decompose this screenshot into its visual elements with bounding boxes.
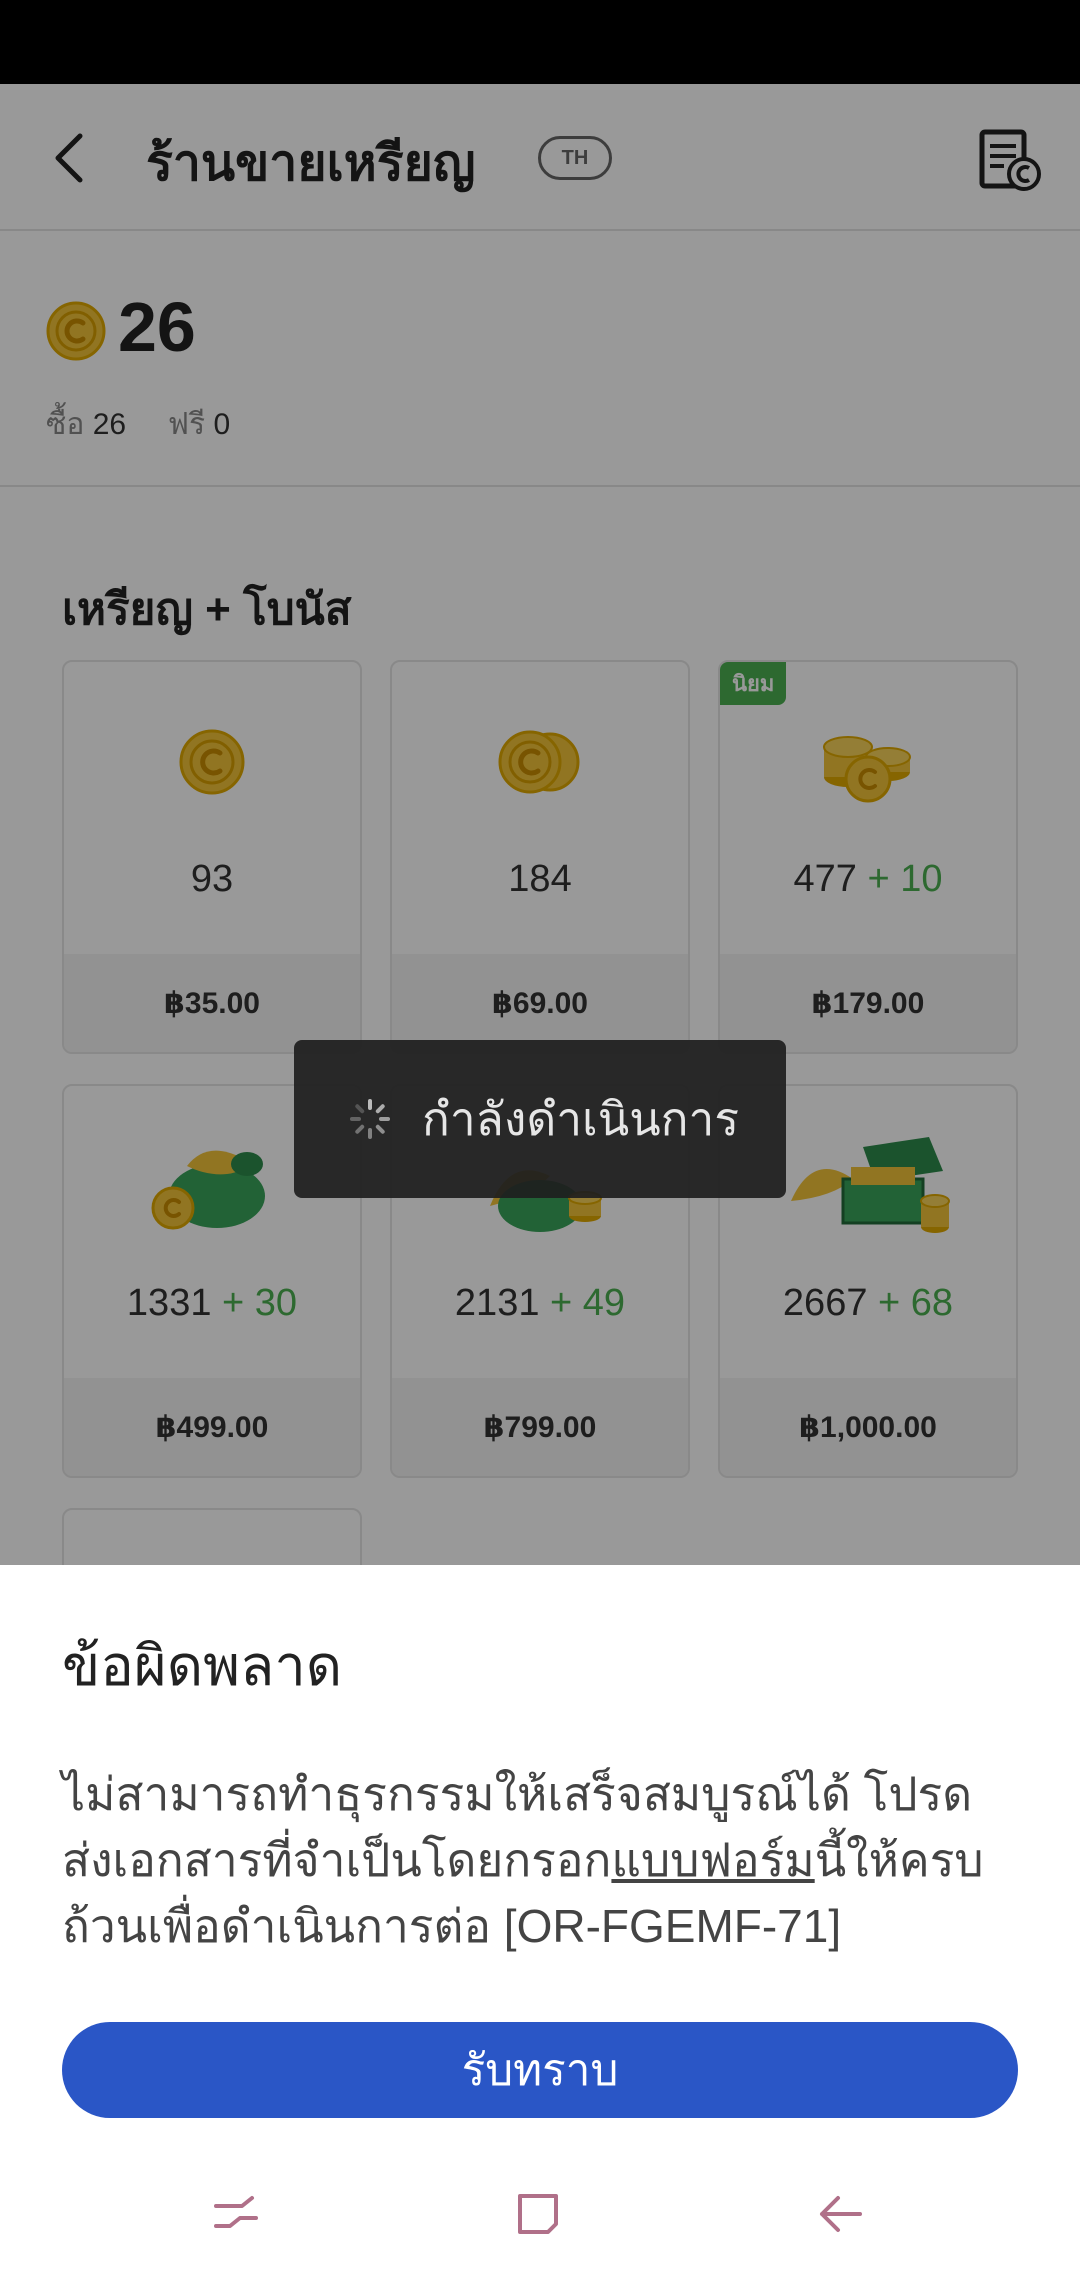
- system-nav-bar: [0, 2148, 1080, 2280]
- dialog-title: ข้อผิดพลาด: [62, 1634, 343, 1697]
- recent-apps-button[interactable]: [206, 2184, 266, 2244]
- home-icon: [518, 2194, 558, 2234]
- loading-toast: กำลังดำเนินการ: [294, 1040, 786, 1198]
- dim-overlay: [0, 84, 1080, 1565]
- recent-apps-icon: [214, 2196, 258, 2228]
- toast-text: กำลังดำเนินการ: [422, 1092, 740, 1145]
- acknowledge-button[interactable]: รับทราบ: [62, 2022, 1018, 2118]
- status-bar: [0, 0, 1080, 84]
- form-link[interactable]: แบบฟอร์ม: [611, 1834, 814, 1886]
- home-button[interactable]: [508, 2184, 568, 2244]
- loading-spinner-icon: [350, 1099, 390, 1139]
- dialog-message: ไม่สามารถทำธุรกรรมให้เสร็จสมบูรณ์ได้ โปร…: [62, 1761, 1022, 1959]
- back-nav-button[interactable]: [810, 2184, 870, 2244]
- back-arrow-icon: [820, 2196, 862, 2232]
